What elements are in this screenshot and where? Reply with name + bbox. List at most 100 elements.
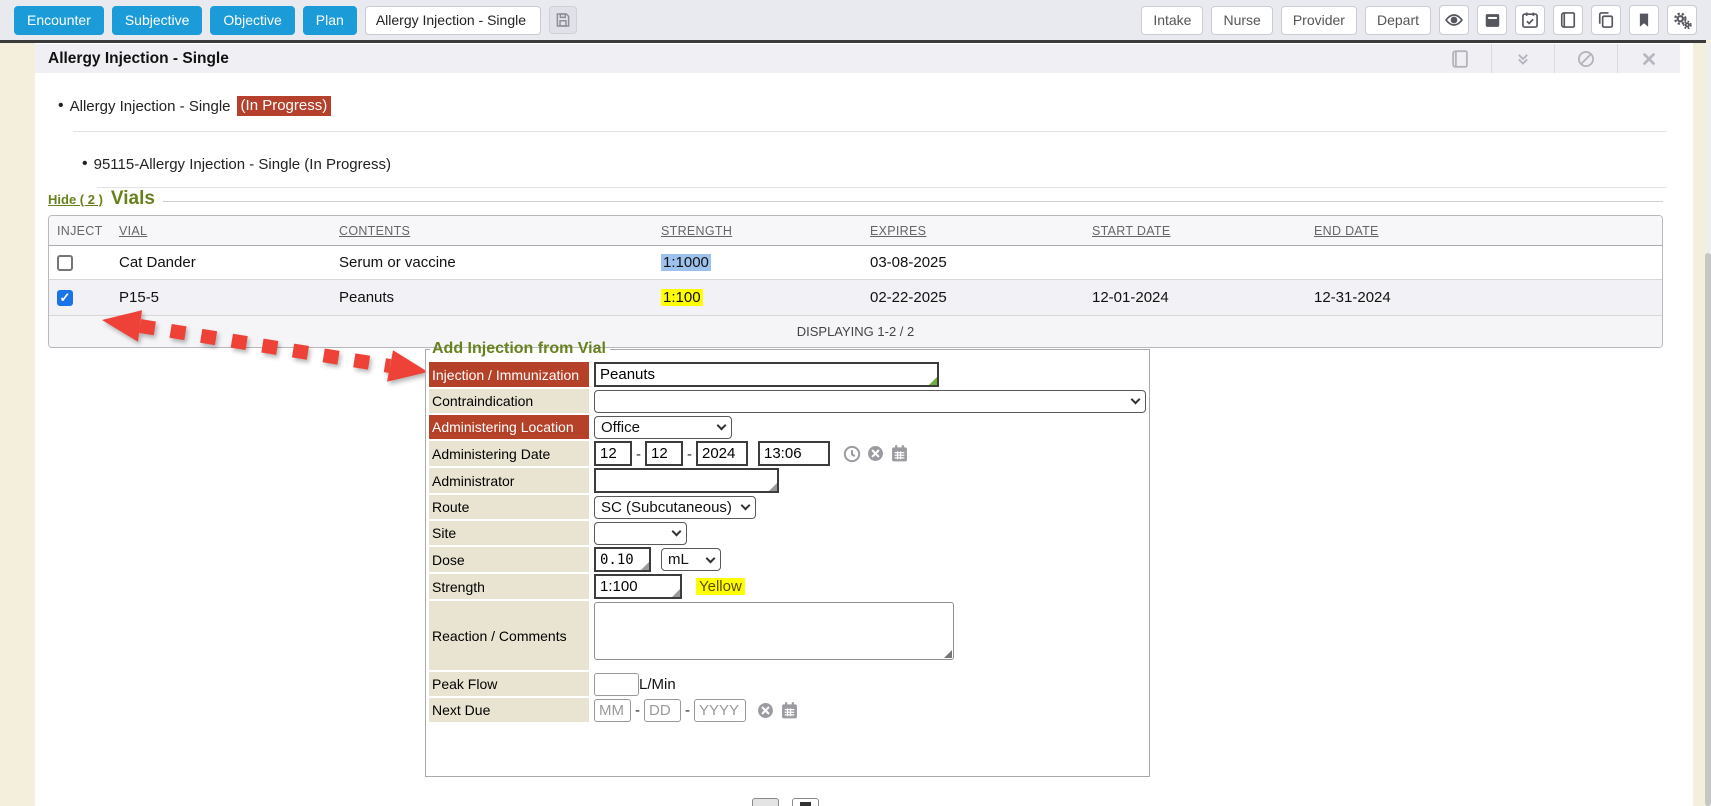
intake-button[interactable]: Intake (1141, 6, 1203, 35)
dose-row: Dose mL (429, 547, 1146, 572)
strength-highlight-blue: 1:1000 (661, 254, 711, 271)
template-name-box[interactable]: Allergy Injection - Single (365, 6, 541, 35)
book-icon (1558, 10, 1578, 30)
administering-date-row: Administering Date - - (429, 441, 1146, 466)
schedule-button[interactable] (1515, 5, 1545, 35)
selected-value: Office (601, 419, 640, 436)
col-header-contents[interactable]: CONTENTS (331, 216, 653, 246)
col-header-vial[interactable]: VIAL (111, 216, 331, 246)
eye-icon (1444, 10, 1464, 30)
chevron-down-icon (717, 421, 727, 431)
encounter-button[interactable]: Encounter (14, 6, 104, 35)
administrator-row: Administrator (429, 468, 1146, 493)
injection-input[interactable] (594, 362, 939, 387)
calendar-icon[interactable] (889, 443, 910, 464)
copy-pages-icon (1596, 10, 1616, 30)
route-select[interactable]: SC (Subcutaneous) (594, 496, 756, 519)
button-glyph (800, 802, 811, 806)
date-year-input[interactable] (696, 441, 748, 466)
site-select[interactable] (594, 522, 687, 545)
clear-date-icon[interactable] (866, 444, 885, 463)
contraindication-select[interactable] (594, 390, 1146, 413)
peak-flow-row: Peak Flow L/Min (429, 672, 1146, 696)
subjective-button[interactable]: Subjective (112, 6, 203, 35)
hide-vials-link[interactable]: Hide ( 2 ) (48, 192, 103, 207)
next-due-row: Next Due - - (429, 698, 1146, 722)
clock-icon[interactable] (842, 444, 862, 464)
book-icon (1449, 48, 1471, 70)
legend-rule (163, 201, 1663, 202)
vials-legend-title: Vials (111, 188, 155, 210)
objective-button[interactable]: Objective (210, 6, 294, 35)
date-day-input[interactable] (645, 441, 683, 466)
table-cell-inject: ✓ (49, 280, 111, 316)
gears-icon (1672, 10, 1693, 31)
next-due-year-input[interactable] (694, 699, 746, 722)
strength-color-note: Yellow (696, 578, 745, 595)
calendar-check-icon (1520, 10, 1540, 30)
bottom-cutoff-button-2[interactable] (792, 798, 819, 806)
dose-input[interactable] (594, 547, 651, 572)
col-header-start-date[interactable]: START DATE (1084, 216, 1306, 246)
note-collapse-button[interactable] (1492, 44, 1554, 73)
strength-highlight-yellow: 1:100 (661, 289, 703, 306)
chevron-down-icon (1131, 395, 1141, 405)
date-month-input[interactable] (594, 441, 632, 466)
settings-button[interactable] (1667, 5, 1697, 35)
in-progress-badge: (In Progress) (237, 96, 332, 116)
col-header-strength[interactable]: STRENGTH (653, 216, 862, 246)
form-legend: Add Injection from Vial (430, 340, 610, 358)
dose-label: Dose (429, 547, 589, 572)
strength-input[interactable] (594, 574, 682, 599)
plan-button[interactable]: Plan (303, 6, 357, 35)
no-symbol-icon (1576, 49, 1596, 69)
col-header-expires[interactable]: EXPIRES (862, 216, 1084, 246)
time-input[interactable] (758, 441, 830, 466)
provider-button[interactable]: Provider (1281, 6, 1357, 35)
chart-button[interactable] (1553, 5, 1583, 35)
bottom-cutoff-button-1[interactable] (752, 798, 779, 806)
reaction-comments-textarea[interactable] (594, 602, 954, 660)
note-chart-button[interactable] (1429, 44, 1491, 73)
col-header-end-date[interactable]: END DATE (1306, 216, 1662, 246)
site-row: Site (429, 521, 1146, 545)
inject-checkbox-checked[interactable]: ✓ (57, 290, 73, 306)
date-separator: - (685, 702, 690, 722)
archive-button[interactable] (1477, 5, 1507, 35)
table-cell-expires: 03-08-2025 (862, 246, 1084, 280)
nurse-button[interactable]: Nurse (1211, 6, 1272, 35)
date-separator: - (636, 446, 641, 466)
clear-date-icon[interactable] (756, 701, 775, 720)
copy-button[interactable] (1591, 5, 1621, 35)
bullet-glyph: • (82, 155, 88, 173)
administering-location-select[interactable]: Office (594, 416, 732, 439)
chevron-down-icon (672, 527, 682, 537)
administering-location-row: Administering Location Office (429, 415, 1146, 439)
table-cell-start-date (1084, 246, 1306, 280)
date-separator: - (635, 702, 640, 722)
note-disable-button[interactable] (1555, 44, 1617, 73)
administrator-label: Administrator (429, 468, 589, 493)
selected-value: SC (Subcutaneous) (601, 499, 732, 516)
administrator-input[interactable] (594, 468, 779, 493)
next-due-day-input[interactable] (644, 699, 681, 722)
peak-flow-input[interactable] (594, 673, 639, 696)
close-x-icon (1640, 50, 1658, 68)
reaction-row: Reaction / Comments (429, 601, 1146, 670)
administering-location-label: Administering Location (429, 415, 589, 439)
next-due-month-input[interactable] (594, 699, 631, 722)
bookmark-button[interactable] (1629, 5, 1659, 35)
scrollbar-thumb[interactable] (1705, 253, 1711, 806)
inject-checkbox-unchecked[interactable] (57, 255, 73, 271)
save-template-button[interactable] (549, 6, 577, 34)
administering-date-label: Administering Date (429, 441, 589, 466)
preview-button[interactable] (1439, 5, 1469, 35)
depart-button[interactable]: Depart (1365, 6, 1431, 35)
dose-unit-select[interactable]: mL (661, 548, 721, 571)
strength-row: Strength Yellow (429, 574, 1146, 599)
reaction-label: Reaction / Comments (429, 601, 589, 670)
date-separator: - (687, 446, 692, 466)
note-close-button[interactable] (1618, 44, 1680, 73)
note-status-text: Allergy Injection - Single (70, 98, 231, 115)
calendar-icon[interactable] (779, 700, 800, 721)
